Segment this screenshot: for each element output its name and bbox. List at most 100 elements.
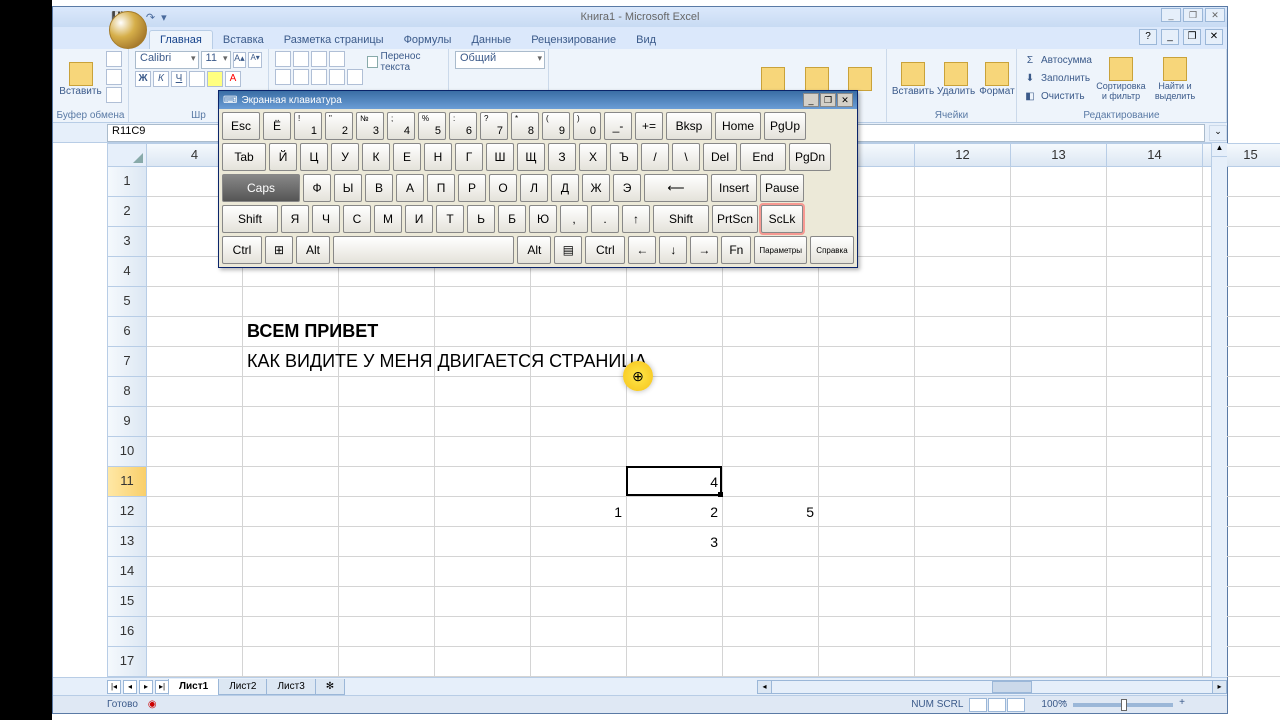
align-top-icon[interactable] xyxy=(275,51,291,67)
cell[interactable]: ВСЕМ ПРИВЕТ xyxy=(243,317,339,347)
cell[interactable] xyxy=(1011,437,1107,467)
cell[interactable]: 2 xyxy=(627,497,723,527)
osk-key[interactable]: ScLk xyxy=(761,205,803,233)
format-cells-button[interactable]: Формат xyxy=(979,51,1015,107)
column-header[interactable]: 13 xyxy=(1011,143,1107,167)
cell[interactable] xyxy=(627,437,723,467)
cell[interactable] xyxy=(243,587,339,617)
osk-key[interactable]: PgUp xyxy=(764,112,806,140)
row-header[interactable]: 9 xyxy=(107,407,147,437)
osk-key[interactable]: Д xyxy=(551,174,579,202)
cell[interactable] xyxy=(723,467,819,497)
osk-key[interactable]: М xyxy=(374,205,402,233)
cell[interactable] xyxy=(531,587,627,617)
macro-record-icon[interactable]: ◉ xyxy=(148,699,157,710)
cell[interactable] xyxy=(819,377,915,407)
cell[interactable] xyxy=(819,467,915,497)
row-header[interactable]: 10 xyxy=(107,437,147,467)
cell[interactable] xyxy=(435,287,531,317)
cell[interactable] xyxy=(1011,317,1107,347)
format-painter-icon[interactable] xyxy=(106,87,122,103)
osk-key[interactable]: Ctrl xyxy=(222,236,262,264)
osk-key[interactable]: Я xyxy=(281,205,309,233)
cell[interactable] xyxy=(243,377,339,407)
cell[interactable] xyxy=(819,617,915,647)
view-break-icon[interactable] xyxy=(1007,698,1025,712)
cell[interactable] xyxy=(1107,407,1203,437)
view-layout-icon[interactable] xyxy=(988,698,1006,712)
osk-key[interactable]: PgDn xyxy=(789,143,831,171)
maximize-button[interactable]: ❐ xyxy=(1183,8,1203,22)
cell[interactable] xyxy=(147,617,243,647)
cell[interactable] xyxy=(819,527,915,557)
cell[interactable] xyxy=(819,317,915,347)
osk-key[interactable]: Fn xyxy=(721,236,751,264)
cell[interactable] xyxy=(723,527,819,557)
cell[interactable] xyxy=(147,527,243,557)
osk-key[interactable]: В xyxy=(365,174,393,202)
osk-key[interactable]: Х xyxy=(579,143,607,171)
scroll-up-icon[interactable]: ▲ xyxy=(1212,143,1227,157)
cell[interactable] xyxy=(339,467,435,497)
cell[interactable] xyxy=(1011,497,1107,527)
cell[interactable] xyxy=(435,437,531,467)
osk-key[interactable]: ↑ xyxy=(622,205,650,233)
tab-view[interactable]: Вид xyxy=(626,31,666,49)
tab-home[interactable]: Главная xyxy=(149,30,213,49)
cell[interactable]: 1 xyxy=(531,497,627,527)
osk-key[interactable]: ← xyxy=(628,236,656,264)
osk-key[interactable]: Ъ xyxy=(610,143,638,171)
cell[interactable] xyxy=(147,557,243,587)
osk-key[interactable]: Insert xyxy=(711,174,757,202)
cell[interactable] xyxy=(1107,257,1203,287)
cell[interactable] xyxy=(243,617,339,647)
cell[interactable] xyxy=(531,317,627,347)
cell[interactable] xyxy=(723,317,819,347)
indent-dec-icon[interactable] xyxy=(329,69,345,85)
font-color-icon[interactable]: A xyxy=(225,71,241,87)
cell[interactable] xyxy=(1107,197,1203,227)
sheet-next-icon[interactable]: ▸ xyxy=(139,680,153,694)
scroll-left-icon[interactable]: ◂ xyxy=(758,681,772,693)
osk-key[interactable]: Р xyxy=(458,174,486,202)
cell[interactable]: 4 xyxy=(627,467,723,497)
cell[interactable] xyxy=(147,317,243,347)
cell[interactable] xyxy=(627,287,723,317)
cell[interactable] xyxy=(1011,467,1107,497)
cell[interactable] xyxy=(1107,467,1203,497)
cell[interactable] xyxy=(1011,527,1107,557)
osk-key[interactable]: Б xyxy=(498,205,526,233)
column-header[interactable]: 12 xyxy=(915,143,1011,167)
sheet-first-icon[interactable]: |◂ xyxy=(107,680,121,694)
cell[interactable] xyxy=(147,287,243,317)
row-header[interactable]: 7 xyxy=(107,347,147,377)
cell[interactable] xyxy=(1011,287,1107,317)
osk-key[interactable]: _- xyxy=(604,112,632,140)
row-header[interactable]: 13 xyxy=(107,527,147,557)
cell[interactable] xyxy=(243,647,339,677)
zoom-thumb[interactable] xyxy=(1121,699,1127,711)
cell[interactable] xyxy=(531,647,627,677)
cell[interactable] xyxy=(1011,227,1107,257)
view-normal-icon[interactable] xyxy=(969,698,987,712)
cell[interactable] xyxy=(915,527,1011,557)
cell[interactable] xyxy=(435,347,531,377)
osk-key[interactable]: / xyxy=(641,143,669,171)
osk-key[interactable]: (9 xyxy=(542,112,570,140)
osk-key[interactable]: += xyxy=(635,112,663,140)
cell[interactable] xyxy=(915,197,1011,227)
cell[interactable] xyxy=(723,587,819,617)
cell[interactable] xyxy=(915,497,1011,527)
fill-button[interactable]: ⬇Заполнить xyxy=(1023,69,1092,87)
number-format-combo[interactable]: Общий xyxy=(455,51,545,69)
cell[interactable] xyxy=(147,407,243,437)
clear-button[interactable]: ◧Очистить xyxy=(1023,87,1092,105)
cell[interactable] xyxy=(915,167,1011,197)
cell[interactable] xyxy=(339,497,435,527)
cell[interactable] xyxy=(1107,557,1203,587)
sheet-tab-2[interactable]: Лист2 xyxy=(218,679,267,695)
cell[interactable] xyxy=(915,407,1011,437)
osk-key[interactable]: ⊞ xyxy=(265,236,293,264)
hscroll-thumb[interactable] xyxy=(992,681,1032,693)
osk-key[interactable]: И xyxy=(405,205,433,233)
